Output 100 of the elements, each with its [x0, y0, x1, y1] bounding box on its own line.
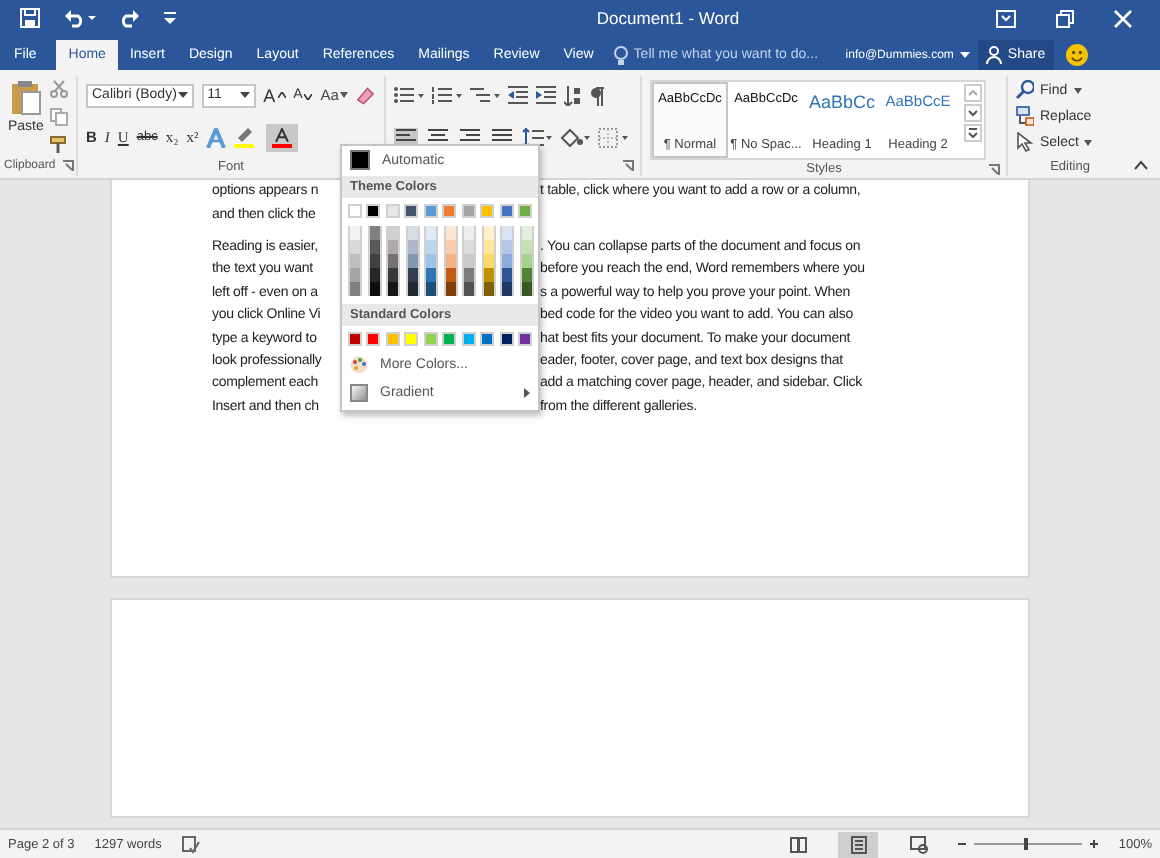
numbering-icon[interactable] [432, 86, 462, 104]
paintbrush-icon[interactable] [49, 136, 68, 154]
color-swatch[interactable] [500, 254, 514, 268]
increase-indent-icon[interactable] [536, 86, 556, 104]
zoom-slider-icon[interactable] [958, 836, 1099, 852]
color-swatch[interactable] [386, 226, 400, 240]
color-swatch[interactable] [462, 240, 476, 254]
pilcrow-icon[interactable] [590, 85, 604, 105]
color-swatch[interactable] [367, 268, 381, 282]
color-swatch[interactable] [348, 254, 362, 268]
paint-bucket-icon[interactable] [560, 127, 590, 147]
collapse-ribbon-icon[interactable] [1134, 160, 1148, 170]
color-swatch[interactable] [405, 254, 419, 268]
color-swatch[interactable] [386, 240, 400, 254]
color-swatch[interactable] [481, 268, 495, 282]
color-swatch[interactable] [404, 332, 419, 346]
color-swatch[interactable] [462, 254, 476, 268]
dialog-launcher-icon[interactable] [988, 164, 1000, 176]
color-swatch[interactable] [405, 268, 419, 282]
color-swatch[interactable] [366, 332, 381, 346]
color-swatch[interactable] [405, 226, 419, 240]
color-swatch[interactable] [367, 282, 381, 296]
grow-font-button[interactable]: A [263, 85, 286, 105]
color-swatch[interactable] [424, 268, 438, 282]
redo-icon[interactable] [120, 8, 140, 28]
color-swatch[interactable] [443, 268, 457, 282]
color-swatch[interactable] [443, 226, 457, 240]
color-swatch[interactable] [348, 282, 362, 296]
print-layout-button[interactable] [838, 831, 879, 857]
color-swatch[interactable] [443, 240, 457, 254]
color-swatch[interactable] [386, 268, 400, 282]
line-spacing-icon[interactable] [522, 127, 552, 147]
color-swatch[interactable] [481, 240, 495, 254]
color-swatch[interactable] [348, 268, 362, 282]
color-swatch[interactable] [405, 282, 419, 296]
color-swatch[interactable] [386, 282, 400, 296]
color-swatch[interactable] [367, 226, 381, 240]
copy-icon[interactable] [49, 108, 68, 126]
smiley-icon[interactable] [1065, 44, 1088, 66]
color-swatch[interactable] [367, 240, 381, 254]
color-swatch[interactable] [462, 226, 476, 240]
decrease-indent-icon[interactable] [508, 86, 528, 104]
scissors-icon[interactable] [49, 80, 68, 98]
color-swatch[interactable] [461, 204, 476, 218]
color-swatch[interactable] [442, 332, 457, 346]
color-swatch[interactable] [348, 240, 362, 254]
dialog-launcher-icon[interactable] [622, 160, 634, 172]
color-swatch[interactable] [443, 282, 457, 296]
align-left-icon[interactable] [394, 127, 418, 147]
color-swatch[interactable] [423, 204, 438, 218]
close-icon[interactable] [1114, 9, 1132, 27]
color-swatch[interactable] [500, 268, 514, 282]
color-swatch[interactable] [518, 332, 533, 346]
color-swatch[interactable] [424, 226, 438, 240]
more-styles-icon[interactable] [964, 124, 982, 142]
undo-icon[interactable] [64, 8, 96, 28]
bullets-icon[interactable] [394, 86, 424, 104]
color-swatch[interactable] [385, 332, 400, 346]
color-swatch[interactable] [519, 226, 533, 240]
color-swatch[interactable] [481, 254, 495, 268]
color-swatch[interactable] [424, 254, 438, 268]
eraser-icon[interactable] [356, 85, 376, 105]
color-swatch[interactable] [366, 204, 381, 218]
scroll-down-icon[interactable] [964, 104, 982, 122]
color-swatch[interactable] [385, 204, 400, 218]
ribbon-display-icon[interactable] [996, 9, 1016, 27]
color-swatch[interactable] [499, 204, 514, 218]
color-swatch[interactable] [500, 240, 514, 254]
sort-icon[interactable] [564, 85, 582, 105]
color-swatch[interactable] [480, 332, 495, 346]
color-swatch[interactable] [499, 332, 514, 346]
highlighter-icon[interactable] [234, 126, 259, 148]
color-swatch[interactable] [443, 254, 457, 268]
color-swatch[interactable] [461, 332, 476, 346]
color-swatch[interactable] [424, 240, 438, 254]
font-color-button[interactable] [266, 123, 299, 151]
dialog-launcher-icon[interactable] [62, 160, 74, 172]
color-swatch[interactable] [405, 240, 419, 254]
color-swatch[interactable] [500, 282, 514, 296]
text-effects-icon[interactable] [206, 127, 227, 147]
color-swatch[interactable] [462, 282, 476, 296]
color-swatch[interactable] [519, 240, 533, 254]
color-swatch[interactable] [481, 282, 495, 296]
color-swatch[interactable] [519, 254, 533, 268]
multilevel-list-icon[interactable] [470, 86, 500, 104]
color-swatch[interactable] [480, 204, 495, 218]
color-swatch[interactable] [348, 226, 362, 240]
color-swatch[interactable] [348, 332, 362, 346]
color-swatch[interactable] [442, 204, 457, 218]
color-swatch[interactable] [404, 204, 419, 218]
proofing-icon[interactable] [181, 835, 200, 853]
save-icon[interactable] [20, 8, 40, 28]
restore-icon[interactable] [1056, 9, 1074, 27]
color-swatch[interactable] [386, 254, 400, 268]
color-swatch[interactable] [519, 268, 533, 282]
color-swatch[interactable] [348, 204, 362, 218]
color-swatch[interactable] [518, 204, 533, 218]
color-swatch[interactable] [423, 332, 438, 346]
color-swatch[interactable] [500, 226, 514, 240]
color-swatch[interactable] [424, 282, 438, 296]
